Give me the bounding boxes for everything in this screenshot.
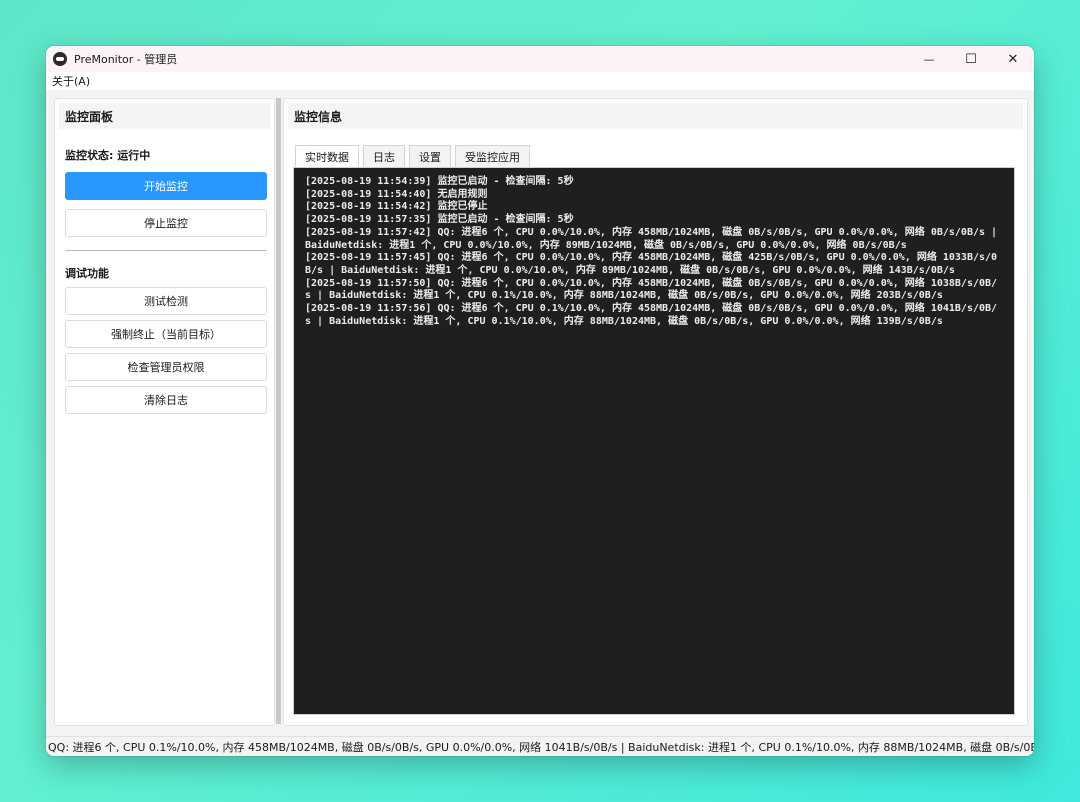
status-bar: QQ: 进程6 个, CPU 0.1%/10.0%, 内存 458MB/1024… <box>46 736 1034 756</box>
divider <box>65 250 267 251</box>
title-bar[interactable]: PreMonitor - 管理员 — ☐ ✕ <box>46 46 1034 72</box>
maximize-button[interactable]: ☐ <box>950 46 992 72</box>
monitor-info-header: 监控信息 <box>288 103 1023 129</box>
log-line: [2025-08-19 11:57:42] QQ: 进程6 个, CPU 0.0… <box>305 226 1004 251</box>
tab-monitored-apps[interactable]: 受监控应用 <box>455 145 530 167</box>
window-controls: — ☐ ✕ <box>908 46 1034 72</box>
log-output[interactable]: [2025-08-19 11:54:39] 监控已启动 - 检查间隔: 5秒 [… <box>293 167 1015 715</box>
maximize-icon: ☐ <box>965 51 977 67</box>
monitor-panel-header: 监控面板 <box>59 103 270 129</box>
log-line: [2025-08-19 11:57:56] QQ: 进程6 个, CPU 0.1… <box>305 303 998 327</box>
check-admin-button[interactable]: 检查管理员权限 <box>65 353 267 381</box>
close-icon: ✕ <box>1007 51 1019 67</box>
debug-section-label: 调试功能 <box>65 267 109 280</box>
log-line: [2025-08-19 11:54:39] 监控已启动 - 检查间隔: 5秒 <box>305 176 574 187</box>
panel-splitter[interactable] <box>276 98 281 724</box>
log-line: [2025-08-19 11:54:42] 监控已停止 <box>305 201 488 213</box>
monitor-panel: 监控面板 监控状态: 运行中 开始监控 停止监控 调试功能 测试检测 强制终止（… <box>54 98 275 726</box>
log-line: [2025-08-19 11:57:35] 监控已启动 - 检查间隔: 5秒 <box>305 214 574 226</box>
tab-bar: 实时数据 日志 设置 受监控应用 <box>295 145 534 167</box>
log-line: [2025-08-19 11:57:50] QQ: 进程6 个, CPU 0.0… <box>305 277 998 302</box>
log-line: [2025-08-19 11:57:45] QQ: 进程6 个, CPU 0.0… <box>305 252 998 276</box>
log-line: [2025-08-19 11:54:40] 无启用规则 <box>305 188 488 200</box>
tab-realtime-data[interactable]: 实时数据 <box>295 145 359 167</box>
minimize-icon: — <box>923 52 935 66</box>
menu-bar: 关于(A) <box>46 72 1034 90</box>
menu-about[interactable]: 关于(A) <box>46 73 90 89</box>
minimize-button[interactable]: — <box>908 46 950 72</box>
start-monitor-button[interactable]: 开始监控 <box>65 172 267 200</box>
app-icon <box>53 52 67 66</box>
monitor-status-label: 监控状态: 运行中 <box>65 149 151 162</box>
monitor-info-panel: 监控信息 实时数据 日志 设置 受监控应用 [2025-08-19 11:54:… <box>283 98 1028 726</box>
close-button[interactable]: ✕ <box>992 46 1034 72</box>
client-area: 监控面板 监控状态: 运行中 开始监控 停止监控 调试功能 测试检测 强制终止（… <box>46 90 1034 736</box>
test-detect-button[interactable]: 测试检测 <box>65 287 267 315</box>
window-title: PreMonitor - 管理员 <box>74 53 178 66</box>
app-window: PreMonitor - 管理员 — ☐ ✕ 关于(A) 监控面板 监控状态: … <box>46 46 1034 756</box>
force-kill-button[interactable]: 强制终止（当前目标） <box>65 320 267 348</box>
stop-monitor-button[interactable]: 停止监控 <box>65 209 267 237</box>
tab-settings[interactable]: 设置 <box>409 145 451 167</box>
tab-log[interactable]: 日志 <box>363 145 405 167</box>
clear-log-button[interactable]: 清除日志 <box>65 386 267 414</box>
